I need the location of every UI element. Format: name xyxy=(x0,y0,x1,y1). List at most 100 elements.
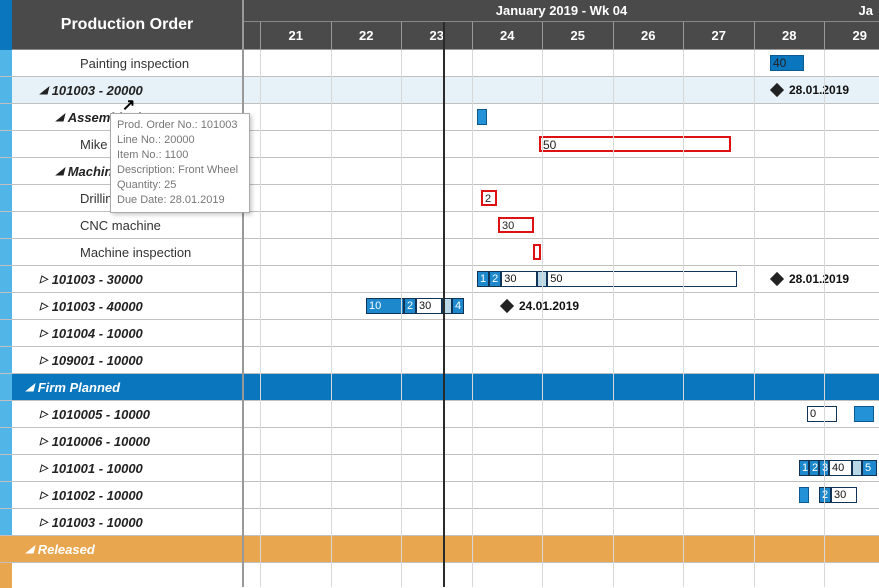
tree-row-r0[interactable]: Painting inspection xyxy=(0,50,242,77)
bar-segment[interactable]: 10 xyxy=(366,298,404,314)
gantt-bar[interactable] xyxy=(854,406,874,422)
gantt-row-r5[interactable]: 2 xyxy=(244,185,879,212)
tree-row-r7[interactable]: Machine inspection xyxy=(0,239,242,266)
bar-segment[interactable]: 0 xyxy=(807,406,837,422)
bar-segment[interactable]: 2 xyxy=(819,487,831,503)
row-content[interactable]: 109001 - 10000 xyxy=(12,347,242,373)
gantt-panel[interactable]: January 2019 - Wk 04 Ja 2122232425262728… xyxy=(244,0,879,587)
bar-segment[interactable]: 2 xyxy=(404,298,416,314)
row-content[interactable] xyxy=(12,563,242,588)
row-content[interactable]: 101003 - 10000 xyxy=(12,509,242,535)
gantt-row-r13[interactable]: 0 xyxy=(244,401,879,428)
milestone-diamond-icon[interactable] xyxy=(500,299,514,313)
triangle-down-icon[interactable] xyxy=(56,112,64,123)
row-content[interactable]: 101003 - 40000 xyxy=(12,293,242,319)
triangle-down-icon[interactable] xyxy=(40,85,48,96)
gantt-row-r11[interactable] xyxy=(244,347,879,374)
tree-row-r19[interactable] xyxy=(0,563,242,588)
row-content[interactable]: Firm Planned xyxy=(12,374,242,400)
day-cell[interactable]: 26 xyxy=(613,22,684,49)
tree-row-r16[interactable]: 101002 - 10000 xyxy=(0,482,242,509)
gantt-bar[interactable]: 40 xyxy=(770,55,804,71)
day-cell[interactable]: 21 xyxy=(260,22,331,49)
bar-segment[interactable]: 2 xyxy=(489,271,501,287)
day-cell[interactable]: 22 xyxy=(331,22,402,49)
milestone-diamond-icon[interactable] xyxy=(770,83,784,97)
day-cell[interactable]: 29 xyxy=(824,22,879,49)
gantt-row-r1[interactable]: 28.01.2019 xyxy=(244,77,879,104)
bar-segment[interactable]: 30 xyxy=(416,298,442,314)
bar-segment[interactable]: 4 xyxy=(452,298,464,314)
tree-row-r9[interactable]: 101003 - 40000 xyxy=(0,293,242,320)
milestone-diamond-icon[interactable] xyxy=(770,272,784,286)
bar-segment[interactable]: 30 xyxy=(831,487,857,503)
bar-segment[interactable] xyxy=(537,271,547,287)
gantt-bar[interactable] xyxy=(799,487,809,503)
bar-segment[interactable] xyxy=(442,298,452,314)
row-content[interactable]: CNC machine xyxy=(12,212,242,238)
day-cell[interactable]: 23 xyxy=(401,22,472,49)
day-cell[interactable]: 24 xyxy=(472,22,543,49)
bar-segments[interactable]: 230 xyxy=(819,487,857,503)
gantt-row-r18[interactable] xyxy=(244,536,879,563)
row-content[interactable]: 101003 - 30000 xyxy=(12,266,242,292)
gantt-bar[interactable]: 30 xyxy=(498,217,534,233)
tree-row-r1[interactable]: 101003 - 20000 xyxy=(0,77,242,104)
gantt-row-r9[interactable]: 10230424.01.2019 xyxy=(244,293,879,320)
tree-row-r15[interactable]: 101001 - 10000 xyxy=(0,455,242,482)
bar-segment[interactable]: 40 xyxy=(829,460,852,476)
gantt-row-r19[interactable] xyxy=(244,563,879,587)
tree-row-r11[interactable]: 109001 - 10000 xyxy=(0,347,242,374)
bar-segments[interactable]: 10230 4 xyxy=(366,298,464,314)
tree-row-r10[interactable]: 101004 - 10000 xyxy=(0,320,242,347)
tree-row-r13[interactable]: 1010005 - 10000 xyxy=(0,401,242,428)
bar-segment[interactable] xyxy=(852,460,862,476)
bar-segment[interactable]: 3 xyxy=(819,460,829,476)
triangle-down-icon[interactable] xyxy=(26,544,34,555)
gantt-bar[interactable]: 50 xyxy=(539,136,731,152)
row-content[interactable]: 1010005 - 10000 xyxy=(12,401,242,427)
gantt-row-r7[interactable] xyxy=(244,239,879,266)
gantt-row-r4[interactable] xyxy=(244,158,879,185)
gantt-row-r12[interactable] xyxy=(244,374,879,401)
row-content[interactable]: Released xyxy=(12,536,242,562)
triangle-right-icon[interactable] xyxy=(40,409,48,420)
tree-row-r12[interactable]: Firm Planned xyxy=(0,374,242,401)
bar-segment[interactable]: 50 xyxy=(547,271,737,287)
gantt-bar[interactable] xyxy=(477,109,487,125)
bar-segment[interactable]: 2 xyxy=(809,460,819,476)
triangle-right-icon[interactable] xyxy=(40,328,48,339)
gantt-body[interactable]: 4028.01.20195023012305028.01.20191023042… xyxy=(244,50,879,587)
gantt-bar[interactable] xyxy=(533,244,541,260)
gantt-row-r15[interactable]: 123405 xyxy=(244,455,879,482)
gantt-bar[interactable]: 2 xyxy=(481,190,497,206)
bar-segments[interactable]: 0 xyxy=(807,406,837,422)
day-cell[interactable]: 25 xyxy=(542,22,613,49)
bar-segment[interactable]: 30 xyxy=(501,271,537,287)
row-content[interactable]: 101003 - 20000 xyxy=(12,77,242,103)
row-content[interactable]: 1010006 - 10000 xyxy=(12,428,242,454)
gantt-row-r14[interactable] xyxy=(244,428,879,455)
gantt-row-r16[interactable]: 230 xyxy=(244,482,879,509)
triangle-right-icon[interactable] xyxy=(40,490,48,501)
tree-row-r14[interactable]: 1010006 - 10000 xyxy=(0,428,242,455)
triangle-right-icon[interactable] xyxy=(40,517,48,528)
tree-row-r6[interactable]: CNC machine xyxy=(0,212,242,239)
day-cell[interactable]: 27 xyxy=(683,22,754,49)
gantt-row-r6[interactable]: 30 xyxy=(244,212,879,239)
tree-row-r18[interactable]: Released xyxy=(0,536,242,563)
row-content[interactable]: 101002 - 10000 xyxy=(12,482,242,508)
day-cell[interactable]: 28 xyxy=(754,22,825,49)
gantt-row-r10[interactable] xyxy=(244,320,879,347)
tree-row-r17[interactable]: 101003 - 10000 xyxy=(0,509,242,536)
triangle-down-icon[interactable] xyxy=(26,382,34,393)
triangle-right-icon[interactable] xyxy=(40,436,48,447)
row-content[interactable]: Painting inspection xyxy=(12,50,242,76)
row-content[interactable]: Machine inspection xyxy=(12,239,242,265)
bar-segment[interactable]: 1 xyxy=(799,460,809,476)
triangle-right-icon[interactable] xyxy=(40,274,48,285)
bar-segments[interactable]: 123405 xyxy=(799,460,877,476)
row-content[interactable]: 101004 - 10000 xyxy=(12,320,242,346)
triangle-right-icon[interactable] xyxy=(40,355,48,366)
bar-segments[interactable]: 123050 xyxy=(477,271,737,287)
